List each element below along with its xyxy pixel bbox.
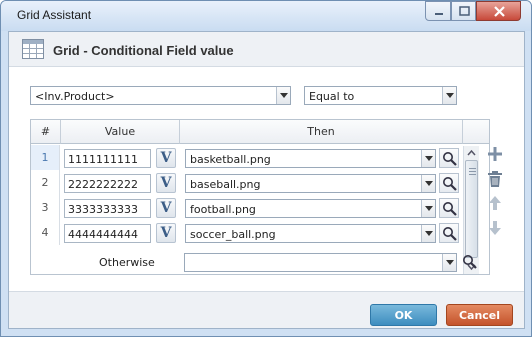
then-select[interactable]: basketball.png [185, 149, 436, 168]
value-text: 3333333333 [68, 203, 138, 216]
trash-icon [488, 171, 502, 187]
maximize-icon [459, 6, 470, 16]
close-button[interactable] [476, 1, 521, 21]
conditions-grid: # Value Then 1 1111111111 V basketball.p… [30, 119, 490, 275]
value-text: 4444444444 [68, 228, 138, 241]
column-header-value: Value [61, 120, 180, 144]
window-title: Grid Assistant [17, 8, 92, 22]
column-header-then: Then [180, 120, 463, 144]
field-select-value: <Inv.Product> [35, 90, 115, 103]
close-icon [494, 6, 505, 17]
value-input[interactable]: 1111111111 [64, 149, 151, 168]
chevron-down-icon[interactable] [421, 175, 435, 192]
operator-select-value: Equal to [309, 90, 355, 103]
chevron-up-icon [467, 149, 476, 156]
then-select[interactable]: baseball.png [185, 174, 436, 193]
grip-icon [469, 168, 476, 175]
dialog-title: Grid - Conditional Field value [53, 43, 234, 58]
chevron-down-icon[interactable] [421, 225, 435, 242]
dialog-header: Grid - Conditional Field value [9, 32, 524, 67]
cancel-button[interactable]: Cancel [446, 304, 513, 326]
window: Grid Assistant Grid - Conditional Field … [0, 0, 532, 337]
then-select-value: baseball.png [190, 178, 261, 191]
search-icon [443, 202, 457, 216]
add-row-button[interactable] [487, 146, 503, 165]
otherwise-label: Otherwise [99, 256, 155, 269]
chevron-down-icon[interactable] [442, 87, 456, 104]
browse-button[interactable] [439, 223, 459, 243]
minimize-icon [435, 13, 443, 15]
variable-button[interactable]: V [156, 173, 176, 193]
variable-button[interactable]: V [156, 223, 176, 243]
value-input[interactable]: 3333333333 [64, 199, 151, 218]
move-up-button[interactable] [487, 195, 503, 214]
browse-button[interactable] [439, 148, 459, 168]
row-number: 4 [31, 220, 60, 245]
dialog-body: Grid - Conditional Field value <Inv.Prod… [8, 31, 525, 329]
then-select-value: football.png [190, 203, 256, 216]
minimize-button[interactable] [425, 1, 451, 21]
otherwise-browse-button[interactable] [460, 252, 480, 272]
otherwise-select[interactable] [184, 253, 457, 272]
search-icon [443, 177, 457, 191]
search-icon [463, 255, 477, 269]
chevron-down-icon[interactable] [276, 87, 290, 104]
search-icon [443, 227, 457, 241]
arrow-down-icon [489, 221, 501, 235]
row-number: 1 [31, 145, 60, 170]
move-down-button[interactable] [487, 220, 503, 239]
delete-row-button[interactable] [487, 171, 503, 191]
chevron-down-icon[interactable] [442, 254, 456, 271]
arrow-up-icon [489, 196, 501, 210]
grid-icon [22, 39, 44, 59]
scroll-thumb[interactable] [465, 160, 478, 258]
column-header-num: # [31, 120, 61, 144]
dialog-footer: OK Cancel [9, 291, 524, 328]
value-input[interactable]: 2222222222 [64, 174, 151, 193]
chevron-down-icon[interactable] [421, 150, 435, 167]
search-icon [443, 152, 457, 166]
operator-select[interactable]: Equal to [304, 86, 457, 105]
variable-button[interactable]: V [156, 198, 176, 218]
then-select-value: soccer_ball.png [190, 228, 276, 241]
value-text: 1111111111 [68, 153, 138, 166]
title-bar: Grid Assistant [1, 1, 531, 31]
column-header-blank [463, 120, 489, 144]
browse-button[interactable] [439, 198, 459, 218]
chevron-down-icon[interactable] [421, 200, 435, 217]
row-number: 2 [31, 170, 60, 195]
then-select-value: basketball.png [190, 153, 271, 166]
then-select[interactable]: soccer_ball.png [185, 224, 436, 243]
browse-button[interactable] [439, 173, 459, 193]
then-select[interactable]: football.png [185, 199, 436, 218]
scroll-up-button[interactable] [464, 146, 479, 160]
ok-button[interactable]: OK [370, 304, 437, 326]
field-select[interactable]: <Inv.Product> [30, 86, 291, 105]
row-number: 3 [31, 195, 60, 220]
variable-button[interactable]: V [156, 148, 176, 168]
maximize-button[interactable] [451, 1, 476, 21]
value-input[interactable]: 4444444444 [64, 224, 151, 243]
value-text: 2222222222 [68, 178, 138, 191]
plus-icon [488, 147, 502, 161]
